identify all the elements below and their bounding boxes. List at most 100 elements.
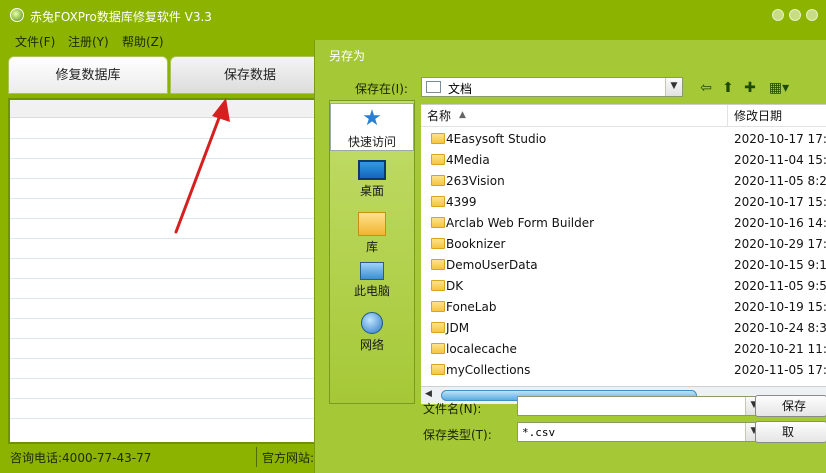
window-title: 赤兔FOXPro数据库修复软件 V3.3 [30, 10, 212, 24]
tab-save-data[interactable]: 保存数据 [170, 56, 330, 94]
folder-icon [431, 133, 445, 144]
place-desktop[interactable]: 桌面 [330, 157, 414, 203]
save-in-label: 保存在(I): [355, 82, 408, 96]
list-row-line [10, 338, 316, 339]
cancel-button[interactable]: 取 [755, 421, 826, 443]
tab-repair-database[interactable]: 修复数据库 [8, 56, 168, 94]
folder-icon [431, 343, 445, 354]
folder-icon [431, 322, 445, 333]
sort-up-icon: ▲ [459, 110, 466, 120]
file-name: DK [446, 279, 464, 293]
list-item[interactable]: Booknizer 2020-10-29 17:2 [421, 234, 826, 255]
folder-icon [431, 217, 445, 228]
file-date: 2020-11-04 15:5 [734, 153, 826, 167]
column-header-name[interactable]: 名称 ▲ [421, 105, 727, 127]
file-name: 4Media [446, 153, 490, 167]
list-item[interactable]: 4399 2020-10-17 15:2 [421, 192, 826, 213]
file-name: Booknizer [446, 237, 506, 251]
up-folder-icon[interactable]: ⬆ [719, 79, 737, 97]
list-row-line [10, 358, 316, 359]
folder-icon [431, 280, 445, 291]
annotation-arrow [174, 98, 230, 234]
library-icon [358, 212, 386, 236]
menu-register[interactable]: 注册(Y) [68, 33, 109, 50]
file-name: DemoUserData [446, 258, 538, 272]
file-name: FoneLab [446, 300, 497, 314]
computer-icon [360, 262, 384, 280]
list-item[interactable]: FoneLab 2020-10-19 15:4 [421, 297, 826, 318]
close-button[interactable] [806, 9, 818, 21]
place-library[interactable]: 库 [330, 209, 414, 255]
place-label: 网络 [359, 338, 384, 352]
status-website: 官方网站: [262, 451, 315, 465]
folder-icon [431, 364, 445, 375]
place-network[interactable]: 网络 [330, 309, 414, 355]
place-label: 快速访问 [347, 135, 396, 149]
file-name: myCollections [446, 363, 531, 377]
list-row-line [10, 378, 316, 379]
minimize-button[interactable] [772, 9, 784, 21]
file-date: 2020-11-05 17:2 [734, 363, 826, 377]
file-name: JDM [446, 321, 470, 335]
list-row-line [10, 298, 316, 299]
dialog-title: 另存为 [329, 49, 366, 63]
list-item[interactable]: DemoUserData 2020-10-15 9:14 [421, 255, 826, 276]
filetype-value: *.csv [522, 426, 556, 439]
column-name-label: 名称 [427, 109, 452, 123]
title-bar: 赤兔FOXPro数据库修复软件 V3.3 [0, 0, 826, 30]
scroll-left-icon[interactable]: ◀ [425, 389, 432, 399]
place-label: 此电脑 [353, 284, 390, 298]
list-row-line [10, 418, 316, 419]
folder-icon [431, 196, 445, 207]
file-name: 263Vision [446, 174, 505, 188]
filetype-label: 保存类型(T): [423, 428, 492, 442]
list-row-line [10, 398, 316, 399]
list-item[interactable]: 4Easysoft Studio 2020-10-17 17:2 [421, 129, 826, 150]
file-date: 2020-10-15 9:14 [734, 258, 826, 272]
places-bar: ★ 快速访问 桌面 库 此电脑 网络 [329, 100, 415, 404]
save-in-combo[interactable]: 文档 ▼ [421, 77, 683, 97]
file-date: 2020-10-17 15:2 [734, 195, 826, 209]
list-item[interactable]: localecache 2020-10-21 11:6 [421, 339, 826, 360]
menu-help[interactable]: 帮助(Z) [122, 33, 164, 50]
filetype-select[interactable]: *.csv ▼ [517, 422, 763, 442]
maximize-button[interactable] [789, 9, 801, 21]
star-icon: ★ [362, 106, 382, 131]
folder-icon [431, 301, 445, 312]
file-name: Arclab Web Form Builder [446, 216, 595, 230]
file-date: 2020-11-05 9:53 [734, 279, 826, 293]
save-button[interactable]: 保存 [755, 395, 826, 417]
place-quick-access[interactable]: ★ 快速访问 [330, 103, 414, 151]
list-item[interactable]: myCollections 2020-11-05 17:2 [421, 360, 826, 381]
list-item[interactable]: Arclab Web Form Builder 2020-10-16 14:0 [421, 213, 826, 234]
app-icon [10, 8, 24, 22]
filename-label: 文件名(N): [423, 402, 482, 416]
place-this-pc[interactable]: 此电脑 [330, 259, 414, 305]
filename-input[interactable]: ▼ [517, 396, 763, 416]
list-item[interactable]: 263Vision 2020-11-05 8:27 [421, 171, 826, 192]
place-label: 库 [365, 240, 378, 254]
column-header-date[interactable]: 修改日期 [727, 105, 826, 127]
file-date: 2020-10-19 15:4 [734, 300, 826, 314]
folder-icon [431, 238, 445, 249]
save-as-dialog: 另存为 保存在(I): 文档 ▼ ⇦ ⬆ ✚ ▦▾ ★ 快速访问 桌面 库 此电… [314, 40, 826, 473]
new-folder-icon[interactable]: ✚ [741, 79, 759, 97]
list-item[interactable]: JDM 2020-10-24 8:33 [421, 318, 826, 339]
file-name: localecache [446, 342, 517, 356]
save-in-value: 文档 [448, 82, 473, 96]
view-menu-icon[interactable]: ▦▾ [765, 79, 793, 97]
list-item[interactable]: 4Media 2020-11-04 15:5 [421, 150, 826, 171]
file-date: 2020-10-29 17:2 [734, 237, 826, 251]
chevron-down-icon[interactable]: ▼ [665, 78, 682, 96]
menu-file[interactable]: 文件(F) [15, 33, 55, 50]
folder-icon [431, 154, 445, 165]
file-date: 2020-10-21 11:6 [734, 342, 826, 356]
back-icon[interactable]: ⇦ [697, 79, 715, 97]
file-date: 2020-11-05 8:27 [734, 174, 826, 188]
folder-icon [431, 259, 445, 270]
list-item[interactable]: DK 2020-11-05 9:53 [421, 276, 826, 297]
network-icon [361, 312, 383, 334]
list-row-line [10, 318, 316, 319]
file-list[interactable]: 名称 ▲ 修改日期 4Easysoft Studio 2020-10-17 17:… [421, 104, 826, 386]
status-divider [256, 447, 257, 467]
